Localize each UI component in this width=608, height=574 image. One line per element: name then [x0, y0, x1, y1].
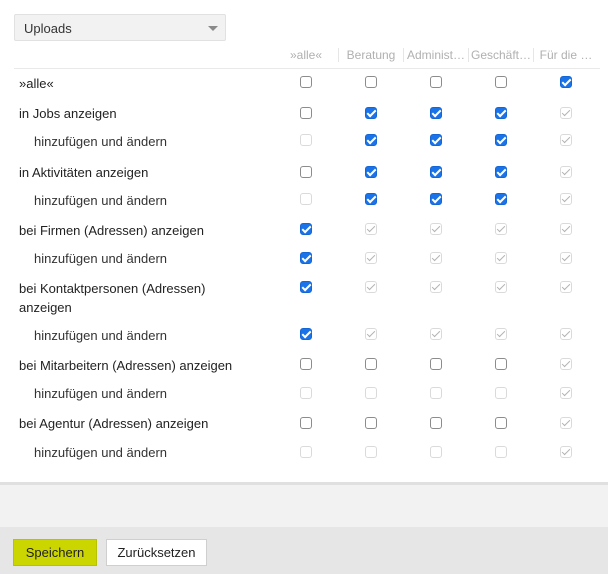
permission-checkbox	[560, 387, 572, 399]
permission-checkbox	[430, 252, 442, 264]
permission-checkbox	[495, 387, 507, 399]
permission-checkbox	[430, 446, 442, 458]
permission-checkbox[interactable]	[560, 76, 572, 88]
permission-checkbox	[495, 223, 507, 235]
category-select-value: Uploads	[24, 21, 72, 36]
permission-label: bei Agentur (Adressen) anzeigen	[19, 416, 209, 431]
permission-checkbox[interactable]	[365, 193, 377, 205]
permission-checkbox[interactable]	[300, 281, 312, 293]
permission-checkbox[interactable]	[495, 107, 507, 119]
permission-checkbox	[560, 223, 572, 235]
permission-checkbox[interactable]	[365, 358, 377, 370]
column-header-5: Für die …	[539, 48, 593, 62]
permission-label: bei Firmen (Adressen) anzeigen	[19, 223, 204, 238]
permission-checkbox[interactable]	[365, 417, 377, 429]
permission-checkbox	[365, 252, 377, 264]
permission-checkbox	[430, 281, 442, 293]
permission-checkbox	[495, 328, 507, 340]
permission-checkbox[interactable]	[495, 166, 507, 178]
permission-checkbox[interactable]	[300, 166, 312, 178]
column-header-1: »alle«	[289, 48, 323, 62]
permission-checkbox	[495, 252, 507, 264]
permission-checkbox[interactable]	[300, 252, 312, 264]
permission-checkbox	[560, 446, 572, 458]
permission-label: bei Mitarbeitern (Adressen) anzeigen	[19, 358, 233, 373]
save-button[interactable]: Speichern	[13, 539, 97, 566]
permission-sublabel: hinzufügen und ändern	[34, 134, 168, 149]
chevron-down-icon	[208, 26, 218, 31]
permission-checkbox[interactable]	[365, 107, 377, 119]
permission-label-line: bei Kontaktpersonen (Adressen)	[19, 281, 206, 296]
permission-checkbox[interactable]	[430, 193, 442, 205]
permission-checkbox	[560, 358, 572, 370]
permission-checkbox[interactable]	[300, 107, 312, 119]
permission-label: in Aktivitäten anzeigen	[19, 165, 149, 180]
permission-checkbox	[430, 387, 442, 399]
permission-checkbox	[560, 328, 572, 340]
permission-checkbox[interactable]	[495, 134, 507, 146]
permission-checkbox	[300, 193, 312, 205]
category-select[interactable]: Uploads	[14, 14, 226, 41]
permission-checkbox[interactable]	[300, 328, 312, 340]
permission-checkbox[interactable]	[430, 134, 442, 146]
permission-checkbox	[560, 252, 572, 264]
permission-checkbox[interactable]	[300, 76, 312, 88]
permission-label-line: anzeigen	[19, 300, 72, 315]
permission-checkbox[interactable]	[495, 76, 507, 88]
permission-checkbox	[560, 281, 572, 293]
permission-checkbox	[560, 134, 572, 146]
permission-checkbox	[365, 328, 377, 340]
permission-checkbox	[365, 281, 377, 293]
permission-checkbox	[365, 223, 377, 235]
column-divider	[468, 48, 469, 62]
permission-checkbox	[365, 387, 377, 399]
permission-checkbox[interactable]	[495, 193, 507, 205]
footer-bar: Speichern Zurücksetzen	[0, 527, 608, 574]
permission-sublabel: hinzufügen und ändern	[34, 328, 168, 343]
column-header-3: Administ…	[406, 48, 465, 62]
permission-checkbox	[300, 387, 312, 399]
permission-checkbox[interactable]	[365, 166, 377, 178]
permission-checkbox[interactable]	[300, 417, 312, 429]
permission-checkbox	[560, 417, 572, 429]
column-header-2: Beratung	[346, 48, 396, 62]
permission-checkbox	[495, 281, 507, 293]
permission-checkbox[interactable]	[430, 166, 442, 178]
permission-label: »alle«	[19, 76, 54, 91]
permission-checkbox[interactable]	[430, 417, 442, 429]
header-divider	[14, 68, 600, 69]
column-header-4: Geschäft…	[470, 48, 532, 62]
reset-button[interactable]: Zurücksetzen	[106, 539, 207, 566]
permission-checkbox[interactable]	[430, 107, 442, 119]
content-spacer	[0, 482, 608, 527]
permission-sublabel: hinzufügen und ändern	[34, 251, 168, 266]
permission-checkbox[interactable]	[300, 358, 312, 370]
column-divider	[403, 48, 404, 62]
permission-checkbox	[560, 107, 572, 119]
permission-checkbox[interactable]	[300, 223, 312, 235]
permission-checkbox[interactable]	[365, 134, 377, 146]
permission-label: in Jobs anzeigen	[19, 106, 117, 121]
permission-sublabel: hinzufügen und ändern	[34, 193, 168, 208]
permission-checkbox	[560, 166, 572, 178]
permission-label: bei Kontaktpersonen (Adressen) anzeigen	[19, 279, 205, 317]
permission-checkbox[interactable]	[495, 358, 507, 370]
permission-checkbox	[430, 328, 442, 340]
permission-checkbox	[300, 134, 312, 146]
permission-checkbox[interactable]	[495, 417, 507, 429]
permission-sublabel: hinzufügen und ändern	[34, 386, 168, 401]
permission-checkbox	[495, 446, 507, 458]
permission-checkbox	[560, 193, 572, 205]
column-divider	[533, 48, 534, 62]
permission-checkbox[interactable]	[365, 76, 377, 88]
permission-checkbox	[300, 446, 312, 458]
permission-checkbox[interactable]	[430, 358, 442, 370]
permission-checkbox	[430, 223, 442, 235]
permission-checkbox[interactable]	[430, 76, 442, 88]
column-divider	[338, 48, 339, 62]
permission-checkbox	[365, 446, 377, 458]
permission-sublabel: hinzufügen und ändern	[34, 445, 168, 460]
